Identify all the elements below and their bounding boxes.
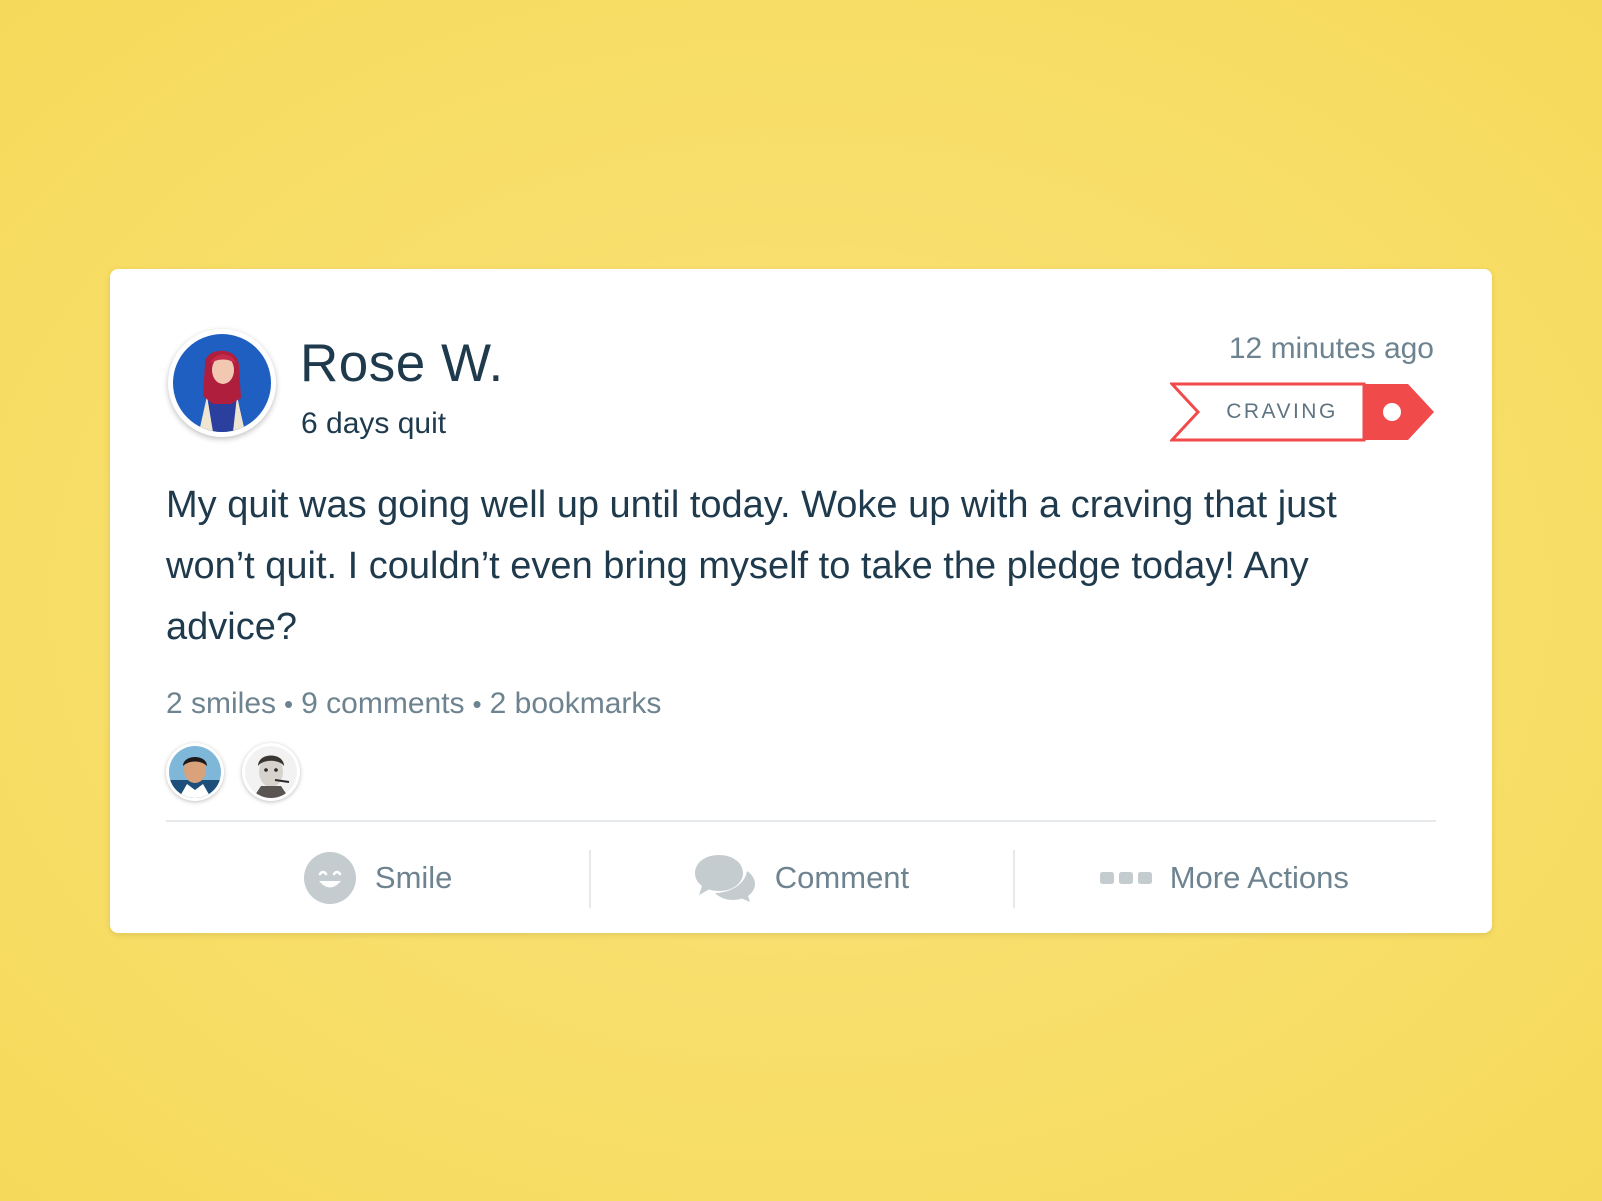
author-photo-icon [173, 334, 271, 432]
user-avatar-2-icon [245, 746, 297, 798]
more-dots-icon [1099, 870, 1152, 886]
post-body: My quit was going well up until today. W… [166, 484, 1337, 648]
comment-button[interactable]: Comment [589, 822, 1012, 933]
post-timestamp: 12 minutes ago [1228, 332, 1434, 365]
chat-bubbles-icon [693, 853, 757, 903]
smile-icon [303, 851, 357, 905]
reactor-avatar[interactable] [166, 743, 224, 801]
author-avatar[interactable] [168, 329, 276, 437]
comment-button-label: Comment [774, 859, 910, 895]
comments-count[interactable]: 9 comments [301, 687, 464, 720]
stats-separator: • [284, 689, 294, 719]
post-stats: 2 smiles • 9 comments • 2 bookmarks [166, 687, 661, 721]
more-actions-button-label: More Actions [1169, 859, 1349, 895]
smile-button[interactable]: Smile [166, 822, 589, 933]
more-actions-button[interactable]: More Actions [1012, 822, 1436, 933]
action-bar: Smile Comment More Actions [166, 822, 1436, 933]
smiles-count[interactable]: 2 smiles [166, 687, 276, 720]
author-name[interactable]: Rose W. [300, 333, 504, 394]
author-quit-status: 6 days quit [301, 407, 447, 440]
reactor-avatar[interactable] [242, 743, 300, 801]
user-avatar-1-icon [169, 746, 221, 798]
smile-button-label: Smile [374, 859, 453, 895]
stats-separator: • [472, 689, 482, 719]
post-card: Rose W. 6 days quit 12 minutes ago CRAVI… [110, 269, 1492, 933]
craving-tag[interactable]: CRAVING [1170, 382, 1436, 442]
bookmarks-count[interactable]: 2 bookmarks [490, 687, 662, 720]
tag-label: CRAVING [1226, 400, 1338, 423]
